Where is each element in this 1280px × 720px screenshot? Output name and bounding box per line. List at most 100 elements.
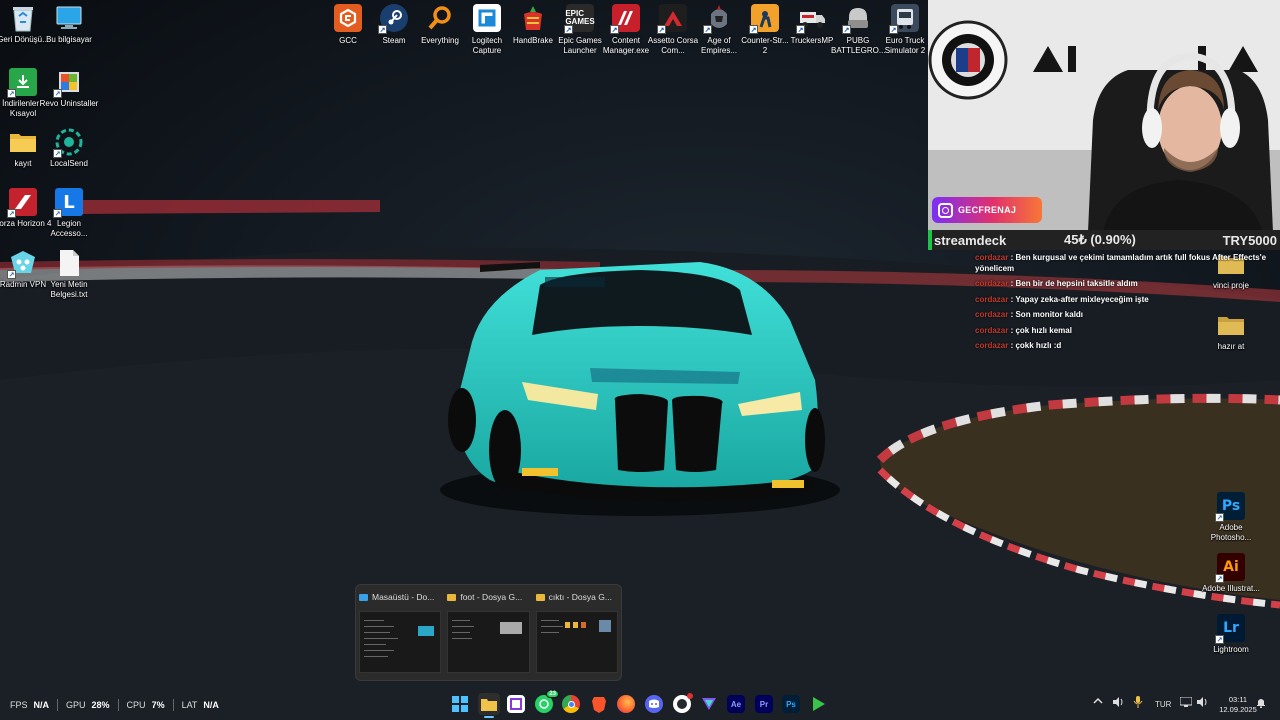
desktop-icon-label: Euro Truck Simulator 2 bbox=[884, 36, 926, 55]
desktop-icon-assetto-corsa[interactable]: ↗ Assetto Corsa Com... bbox=[648, 4, 698, 55]
desktop-icon-gcc[interactable]: GCC bbox=[325, 4, 371, 46]
github-desktop-icon[interactable] bbox=[673, 693, 693, 713]
photoshop-icon[interactable]: Ps bbox=[782, 695, 800, 713]
brave-icon[interactable] bbox=[590, 695, 608, 713]
window-preview-foot[interactable]: foot - Dosya G... bbox=[447, 589, 530, 676]
desktop-icon-everything[interactable]: Everything bbox=[417, 4, 463, 46]
windows-start-icon[interactable] bbox=[451, 695, 469, 713]
fps-label: FPS bbox=[10, 700, 28, 710]
desktop-icon-revo-uninstaller[interactable]: ↗ Revo Uninstaller bbox=[40, 68, 98, 109]
radmin-icon: ↗ bbox=[7, 249, 37, 279]
epic-games-icon: EPIC GAMES ↗ bbox=[564, 4, 595, 34]
counter-strike-icon: ↗ bbox=[749, 4, 779, 34]
desktop-icon-adobe-illustrator[interactable]: Ai ↗ Adobe Illustrat... bbox=[1202, 553, 1260, 594]
desktop-icon-handbrake[interactable]: HandBrake bbox=[510, 4, 556, 46]
desktop-icon-localsend[interactable]: ↗ LocalSend bbox=[46, 128, 92, 169]
desktop-icon-label: Bu bilgisayar bbox=[46, 35, 92, 44]
proton-vpn-icon[interactable] bbox=[700, 695, 718, 713]
taskbar-window-preview: Masaüstü - Do... foot - Dosya G... cıktı… bbox=[355, 584, 622, 681]
volume-icon[interactable] bbox=[1196, 697, 1208, 709]
desktop-icon-downloads-shortcut[interactable]: ↗ İndirilenler - Kısayol bbox=[0, 68, 46, 118]
desktop-icon-label: Counter-Str... 2 bbox=[741, 36, 789, 55]
ticker-change: 45₺ (0.90%) bbox=[1064, 232, 1136, 247]
microphone-icon[interactable] bbox=[1133, 696, 1143, 710]
legion-icon: L ↗ bbox=[53, 188, 83, 218]
premiere-icon[interactable]: Pr bbox=[755, 695, 773, 713]
desktop-icon-age-of-empires[interactable]: ↗ Age of Empires... bbox=[696, 4, 742, 55]
chat-username: cordazar bbox=[975, 279, 1009, 289]
cpu-label: CPU bbox=[126, 700, 146, 710]
everything-search-icon bbox=[426, 4, 454, 32]
file-explorer-icon[interactable] bbox=[478, 693, 500, 715]
ticker-name: streamdeck bbox=[934, 232, 1007, 248]
handbrake-icon bbox=[519, 4, 547, 32]
desktop-icon-logitech-capture[interactable]: Logitech Capture bbox=[464, 4, 510, 55]
speaker-icon[interactable] bbox=[1112, 697, 1124, 709]
assetto-corsa-icon: ↗ bbox=[657, 4, 687, 34]
instagram-handle: GECFRENAJ bbox=[958, 205, 1017, 215]
desktop-icon-label: PUBG BATTLEGRO... bbox=[831, 36, 886, 55]
desktop-icon-lightroom[interactable]: Lr ↗ Lightroom bbox=[1208, 614, 1254, 655]
desktop-icon-text-file[interactable]: Yeni Metin Belgesi.txt bbox=[46, 249, 92, 299]
tray-overflow-chevron-icon[interactable] bbox=[1093, 697, 1103, 707]
desktop-icon-this-pc[interactable]: Bu bilgisayar bbox=[46, 4, 92, 45]
after-effects-icon[interactable]: Ae bbox=[727, 695, 745, 713]
downloads-folder-icon: ↗ bbox=[7, 68, 37, 98]
pubg-icon: ↗ bbox=[842, 4, 872, 34]
ticker-price: TRY5000 bbox=[1222, 232, 1277, 248]
window-preview-title: foot - Dosya G... bbox=[460, 592, 523, 602]
chat-username: cordazar bbox=[975, 294, 1009, 304]
system-clock[interactable]: 03:11 12.09.2025 bbox=[1212, 695, 1264, 715]
desktop-icon-label: Legion Accesso... bbox=[50, 219, 88, 238]
cpu-value: 7% bbox=[151, 700, 165, 710]
network-icon[interactable] bbox=[1179, 696, 1193, 709]
desktop-icon-epic-games[interactable]: EPIC GAMES ↗ Epic Games Launcher bbox=[557, 4, 603, 55]
window-preview-thumbnail bbox=[535, 611, 618, 673]
instagram-handle-badge: GECFRENAJ bbox=[932, 197, 1042, 223]
chat-message: cordazar : Ben bir de hepsini taksitle a… bbox=[975, 279, 1138, 289]
window-preview-title: cıktı - Dosya G... bbox=[548, 592, 612, 602]
chat-message: cordazar : Son monitor kaldı bbox=[975, 310, 1084, 320]
desktop-icon-euro-truck-simulator-2[interactable]: ↗ Euro Truck Simulator 2 bbox=[882, 4, 928, 55]
recycle-bin-icon bbox=[9, 4, 37, 32]
text-file-icon bbox=[55, 249, 83, 277]
chat-username: cordazar bbox=[975, 340, 1009, 350]
chat-username: cordazar bbox=[975, 310, 1009, 320]
lightroom-icon: Lr ↗ bbox=[1215, 614, 1245, 644]
window-preview-cikti[interactable]: cıktı - Dosya G... bbox=[535, 589, 618, 676]
logitech-capture-icon bbox=[473, 4, 501, 32]
desktop-icon-label: HandBrake bbox=[512, 36, 554, 45]
desktop-icon-label: LocalSend bbox=[50, 159, 88, 168]
euro-truck-icon: ↗ bbox=[889, 4, 919, 34]
snipping-tool-icon[interactable] bbox=[507, 695, 525, 713]
gpu-label: GPU bbox=[66, 700, 86, 710]
desktop-icon-label: Adobe Illustrat... bbox=[1202, 584, 1260, 593]
forza-icon: ↗ bbox=[7, 188, 37, 218]
window-preview-title: Masaüstü - Do... bbox=[372, 592, 435, 602]
firefox-icon[interactable] bbox=[617, 695, 635, 713]
play-icon[interactable] bbox=[810, 695, 828, 713]
desktop-icon-label: Revo Uninstaller bbox=[39, 99, 99, 108]
desktop-icon-legion-accessory[interactable]: L ↗ Legion Accesso... bbox=[46, 188, 92, 238]
window-preview-desktop[interactable]: Masaüstü - Do... bbox=[359, 589, 442, 676]
chat-text: çok hızlı kemal bbox=[1015, 325, 1072, 335]
discord-icon[interactable] bbox=[645, 695, 663, 713]
desktop-icon-counter-strike-2[interactable]: ↗ Counter-Str... 2 bbox=[741, 4, 789, 55]
localsend-icon: ↗ bbox=[53, 128, 83, 158]
desktop-icon-truckersmp[interactable]: ↗ TruckersMP bbox=[789, 4, 835, 46]
desktop-icon-content-manager[interactable]: ↗ Content Manager.exe bbox=[603, 4, 649, 55]
latency-value: N/A bbox=[203, 700, 219, 710]
desktop-icon-label: Everything bbox=[421, 36, 459, 45]
folder-icon bbox=[447, 593, 457, 601]
desktop-icon-steam[interactable]: ↗ Steam bbox=[371, 4, 417, 46]
whatsapp-icon[interactable]: 23 bbox=[535, 690, 559, 713]
whatsapp-unread-badge: 23 bbox=[546, 690, 559, 698]
performance-overlay: FPS N/A GPU 28% CPU 7% LAT N/A bbox=[10, 699, 219, 711]
language-indicator[interactable]: TUR bbox=[1155, 700, 1171, 709]
window-preview-thumbnail bbox=[447, 611, 530, 673]
desktop-icon-pubg[interactable]: ↗ PUBG BATTLEGRO... bbox=[831, 4, 886, 55]
chrome-icon[interactable] bbox=[562, 695, 580, 713]
content-manager-icon: ↗ bbox=[610, 4, 640, 34]
desktop-icon-adobe-photoshop[interactable]: Ps ↗ Adobe Photosho... bbox=[1208, 492, 1254, 542]
chat-message: cordazar : çokk hızlı :d bbox=[975, 340, 1062, 350]
